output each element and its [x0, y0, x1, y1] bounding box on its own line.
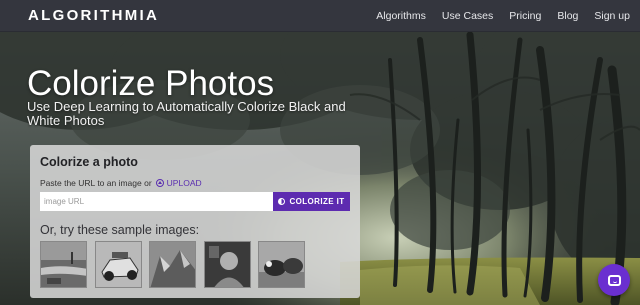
- url-form: COLORIZE IT: [40, 192, 350, 211]
- sample-image-cows[interactable]: [258, 241, 305, 288]
- upload-label: UPLOAD: [166, 178, 202, 188]
- top-navbar: ALGORITHMIA Algorithms Use Cases Pricing…: [0, 0, 640, 32]
- colorize-button-label: COLORIZE IT: [289, 197, 345, 206]
- main-nav: Algorithms Use Cases Pricing Blog Sign u…: [360, 10, 630, 22]
- page-title: Colorize Photos: [27, 64, 275, 103]
- contrast-icon: [278, 198, 286, 205]
- sample-image-rocks[interactable]: [149, 241, 196, 288]
- sample-images: [40, 241, 350, 288]
- samples-heading: Or, try these sample images:: [40, 223, 200, 237]
- url-hint-text: Paste the URL to an image or: [40, 178, 152, 188]
- panel-title: Colorize a photo: [40, 155, 138, 169]
- url-hint: Paste the URL to an image or UPLOAD: [40, 178, 350, 188]
- page-subtitle: Use Deep Learning to Automatically Color…: [27, 99, 346, 128]
- chat-icon: [607, 274, 621, 286]
- nav-link-algorithms[interactable]: Algorithms: [376, 10, 426, 22]
- nav-link-sign-up[interactable]: Sign up: [594, 10, 630, 22]
- chat-launcher-button[interactable]: [598, 264, 630, 296]
- upload-link[interactable]: UPLOAD: [155, 178, 202, 188]
- nav-link-pricing[interactable]: Pricing: [509, 10, 541, 22]
- colorize-panel: Colorize a photo Paste the URL to an ima…: [30, 145, 360, 298]
- sample-image-portrait[interactable]: [203, 241, 251, 288]
- colorize-button[interactable]: COLORIZE IT: [273, 192, 350, 211]
- brand-logo[interactable]: ALGORITHMIA: [28, 7, 159, 24]
- nav-link-use-cases[interactable]: Use Cases: [442, 10, 493, 22]
- image-url-input[interactable]: [40, 192, 273, 211]
- upload-icon: [155, 179, 164, 187]
- nav-link-blog[interactable]: Blog: [557, 10, 578, 22]
- sample-image-race-car[interactable]: [94, 241, 142, 288]
- sample-image-river[interactable]: [40, 241, 87, 288]
